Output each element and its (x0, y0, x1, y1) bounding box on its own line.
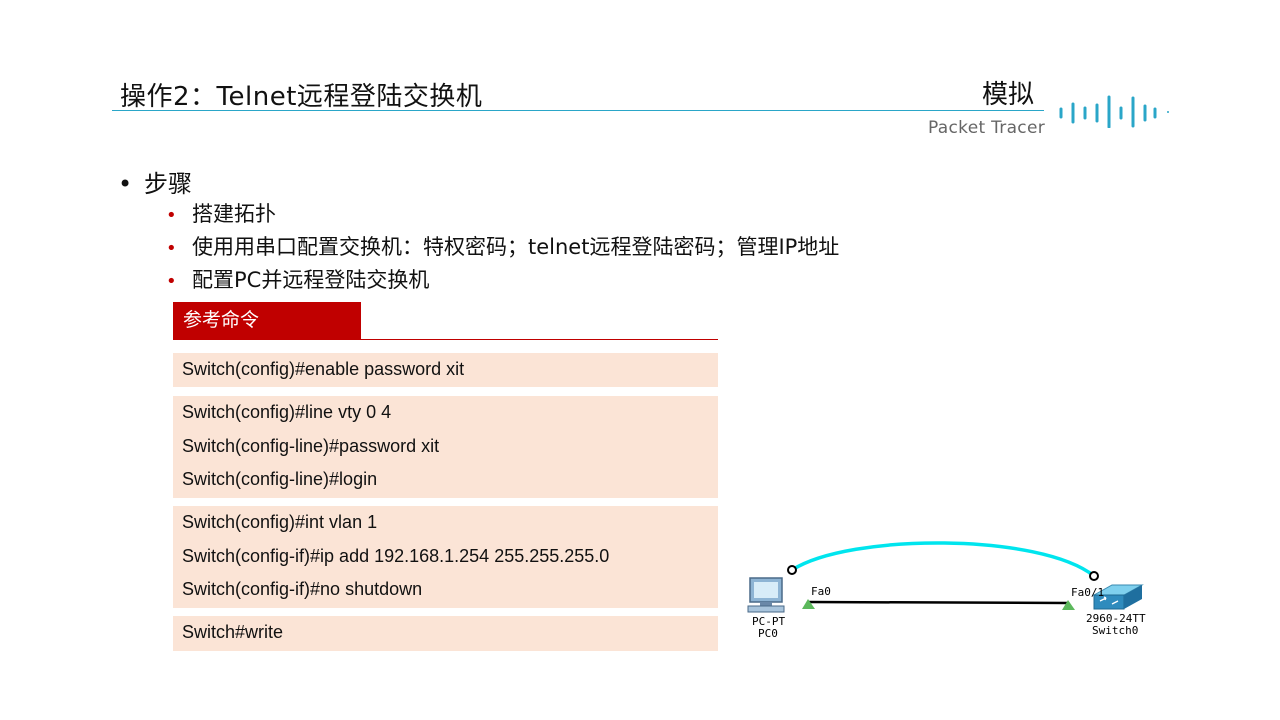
console-cable (791, 541, 1096, 578)
pc-name-label: PC0 (758, 627, 778, 640)
reference-commands-header: 参考命令 (173, 302, 361, 339)
mode-label: 模拟 (982, 80, 1035, 110)
command-block-write: Switch#write (173, 616, 718, 651)
command-line: Switch(config-if)#ip add 192.168.1.254 2… (182, 545, 610, 566)
ethernet-link (807, 600, 1069, 605)
bullet-icon: • (118, 170, 133, 198)
step-label: 配置PC并远程登陆交换机 (192, 268, 430, 292)
step-item: • 搭建拓扑 (166, 198, 839, 231)
command-line: Switch(config-line)#login (182, 469, 378, 489)
steps-heading: • 步骤 (118, 164, 192, 199)
step-label: 搭建拓扑 (192, 202, 276, 226)
command-line: Switch(config-line)#password xit (182, 435, 440, 456)
command-block-enable: Switch(config)#enable password xit (173, 353, 718, 387)
step-item: • 使用用串口配置交换机：特权密码；telnet远程登陆密码；管理IP地址 (166, 231, 839, 264)
packet-tracer-label: Packet Tracer (928, 118, 1046, 138)
pc-port-label: Fa0 (811, 585, 831, 598)
title-divider (112, 110, 1044, 111)
network-topology: Fa0 Fa0/1 PC-PT PC0 2960-24TT Switch0 (747, 541, 1146, 640)
bullet-icon: • (166, 205, 177, 226)
command-line: Switch(config-if)#no shutdown (182, 579, 423, 599)
step-item: • 配置PC并远程登陆交换机 (166, 264, 839, 297)
steps-list: • 搭建拓扑 • 使用用串口配置交换机：特权密码；telnet远程登陆密码；管理IP… (166, 198, 839, 297)
steps-heading-label: 步骤 (144, 170, 192, 198)
command-block-vlan: Switch(config)#int vlan 1 Switch(config-… (173, 506, 718, 608)
bullet-icon: • (166, 271, 177, 292)
switch-name-label: Switch0 (1092, 624, 1138, 637)
console-endpoint-switch (1089, 571, 1099, 581)
link-status-switch-icon (1062, 600, 1075, 610)
pc-device-icon[interactable] (747, 577, 785, 613)
page-title: 操作2：Telnet远程登陆交换机 (120, 82, 483, 112)
command-block-vty: Switch(config)#line vty 0 4 Switch(confi… (173, 396, 718, 498)
reference-divider (173, 339, 718, 340)
bullet-icon: • (166, 238, 177, 259)
command-line: Switch(config)#enable password xit (182, 359, 465, 379)
link-status-pc-icon (802, 599, 815, 609)
switch-port-label: Fa0/1 (1071, 586, 1104, 599)
command-line: Switch(config)#line vty 0 4 (182, 402, 392, 422)
command-line: Switch(config)#int vlan 1 (182, 512, 378, 532)
command-line: Switch#write (182, 622, 284, 642)
step-label: 使用用串口配置交换机：特权密码；telnet远程登陆密码；管理IP地址 (192, 235, 840, 259)
console-endpoint-pc (787, 565, 797, 575)
cisco-logo-icon (1059, 95, 1169, 128)
